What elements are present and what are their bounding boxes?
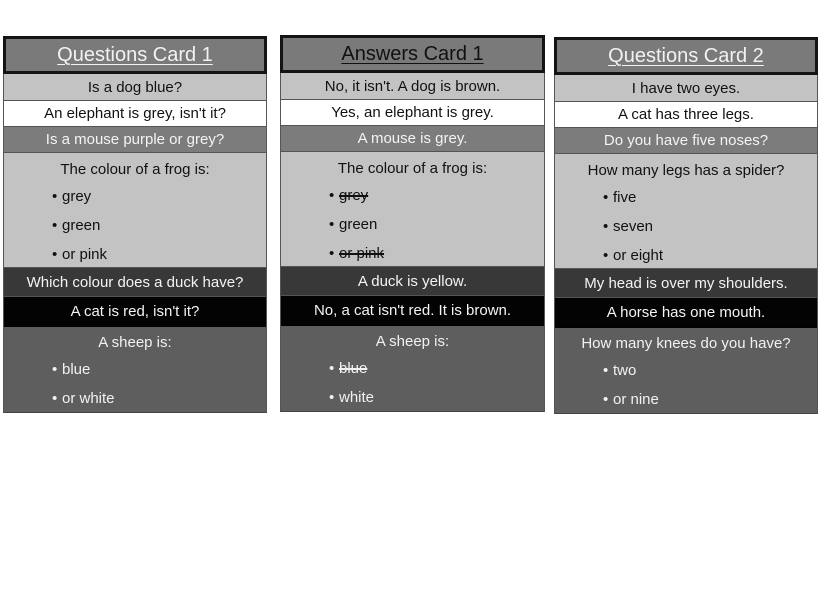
option-text: grey <box>62 188 92 205</box>
bullet-icon: • <box>52 188 58 205</box>
bullet-icon: • <box>603 218 609 235</box>
option-text: green <box>339 216 378 233</box>
bullet-icon: • <box>329 360 335 377</box>
options-heading: The colour of a frog is: <box>337 160 488 177</box>
card-title: Questions Card 1 <box>3 36 267 74</box>
option-item: • green <box>4 211 266 240</box>
options-heading: How many knees do you have? <box>581 335 791 352</box>
bullet-icon: • <box>603 391 609 408</box>
option-text: five <box>613 189 637 206</box>
option-item: • blue <box>4 355 266 384</box>
option-text: grey <box>339 187 369 204</box>
card-row: A horse has one mouth. <box>555 298 817 328</box>
card-row: A duck is yellow. <box>281 267 544 296</box>
card-row: Which colour does a duck have? <box>4 268 266 297</box>
options-heading: The colour of a frog is: <box>60 161 210 178</box>
option-item: • or pink <box>281 239 544 268</box>
bullet-icon: • <box>603 247 609 264</box>
option-item: • five <box>555 183 817 212</box>
bullet-icon: • <box>603 189 609 206</box>
card-body: No, it isn't. A dog is brown. Yes, an el… <box>280 73 545 412</box>
card-row: I have two eyes. <box>555 75 817 102</box>
option-item: • grey <box>281 181 544 210</box>
option-text: or eight <box>613 247 664 264</box>
option-item: • or white <box>4 384 266 413</box>
options-heading: A sheep is: <box>98 334 172 351</box>
option-text: blue <box>62 361 91 378</box>
option-item: • or pink <box>4 240 266 269</box>
option-text: seven <box>613 218 654 235</box>
option-item: • seven <box>555 212 817 241</box>
bullet-icon: • <box>52 361 58 378</box>
option-text: or white <box>62 390 115 407</box>
card-title: Answers Card 1 <box>280 35 545 73</box>
card-row: Yes, an elephant is grey. <box>281 100 544 126</box>
option-item: • white <box>281 383 544 412</box>
options-block: How many knees do you have? • two • or nin… <box>555 328 817 413</box>
bullet-icon: • <box>329 389 335 406</box>
card-body: Is a dog blue? An elephant is grey, isn'… <box>3 74 267 413</box>
option-item: • two <box>555 356 817 385</box>
options-block: How many legs has a spider? • five • seven… <box>555 154 817 269</box>
options-block: A sheep is: • blue • white <box>281 326 544 411</box>
options-block: The colour of a frog is: • grey • green • o… <box>281 152 544 267</box>
option-item: • blue <box>281 354 544 383</box>
option-text: blue <box>339 360 368 377</box>
card-row: Is a dog blue? <box>4 74 266 101</box>
bullet-icon: • <box>52 390 58 407</box>
questions-card-1: Questions Card 1 Is a dog blue? An eleph… <box>3 36 267 413</box>
options-heading: How many legs has a spider? <box>587 162 785 179</box>
bullet-icon: • <box>603 362 609 379</box>
card-title: Questions Card 2 <box>554 37 818 75</box>
bullet-icon: • <box>52 217 58 234</box>
card-row: No, a cat isn't red. It is brown. <box>281 296 544 326</box>
card-row: A mouse is grey. <box>281 126 544 152</box>
card-row: No, it isn't. A dog is brown. <box>281 73 544 100</box>
card-row: A cat is red, isn't it? <box>4 297 266 327</box>
card-row: An elephant is grey, isn't it? <box>4 101 266 127</box>
option-item: • grey <box>4 182 266 211</box>
bullet-icon: • <box>329 245 335 262</box>
card-row: Do you have five noses? <box>555 128 817 154</box>
card-body: I have two eyes. A cat has three legs. D… <box>554 75 818 414</box>
option-text: two <box>613 362 637 379</box>
option-text: or pink <box>339 245 385 262</box>
option-item: • or eight <box>555 241 817 270</box>
options-heading: A sheep is: <box>375 333 450 350</box>
bullet-icon: • <box>52 246 58 263</box>
option-text: green <box>62 217 101 234</box>
card-row: My head is over my shoulders. <box>555 269 817 298</box>
answers-card-1: Answers Card 1 No, it isn't. A dog is br… <box>280 35 545 412</box>
questions-card-2: Questions Card 2 I have two eyes. A cat … <box>554 37 818 414</box>
bullet-icon: • <box>329 216 335 233</box>
bullet-icon: • <box>329 187 335 204</box>
options-block: The colour of a frog is: • grey • green • o… <box>4 153 266 268</box>
option-text: white <box>339 389 375 406</box>
option-text: or nine <box>613 391 659 408</box>
card-row: Is a mouse purple or grey? <box>4 127 266 153</box>
option-item: • or nine <box>555 385 817 414</box>
card-row: A cat has three legs. <box>555 102 817 128</box>
options-block: A sheep is: • blue • or white <box>4 327 266 412</box>
option-text: or pink <box>62 246 108 263</box>
option-item: • green <box>281 210 544 239</box>
